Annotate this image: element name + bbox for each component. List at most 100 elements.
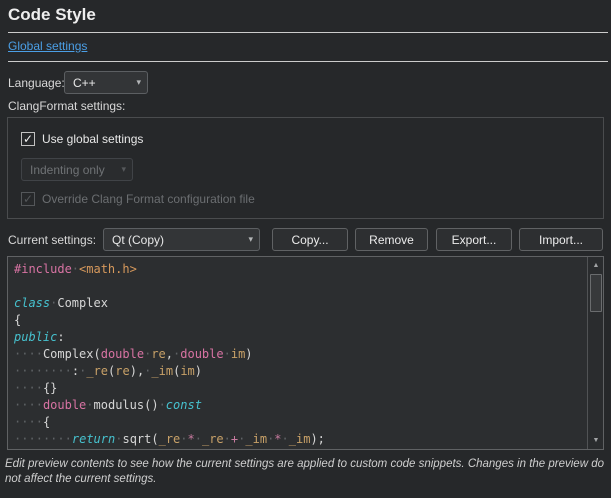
whitespace-dot: · <box>36 432 43 446</box>
whitespace-dot: · <box>28 398 35 412</box>
code-token: #include <box>14 262 72 276</box>
clangformat-groupbox: ✓ Use global settings Indenting only ▾ ✓… <box>7 117 604 219</box>
chevron-down-icon: ▾ <box>136 78 141 87</box>
use-global-settings-checkbox[interactable]: ✓ <box>21 132 35 146</box>
current-settings-label: Current settings: <box>8 233 96 247</box>
whitespace-dot: · <box>86 398 93 412</box>
code-token: * <box>274 432 281 446</box>
whitespace-dot: · <box>36 415 43 429</box>
code-line: class·Complex <box>14 295 585 312</box>
editor-vertical-scrollbar[interactable]: ▲ ▼ <box>587 257 603 449</box>
code-token: _re <box>202 432 224 446</box>
whitespace-dot: · <box>36 347 43 361</box>
whitespace-dot: · <box>28 364 35 378</box>
code-line: ····{ <box>14 414 585 431</box>
scrollbar-thumb[interactable] <box>590 274 602 312</box>
code-style-settings-page: Code Style Global settings Language: C++… <box>0 0 611 498</box>
code-line: ········:·_re(re),·_im(im) <box>14 363 585 380</box>
code-token: re <box>115 364 129 378</box>
whitespace-dot: · <box>65 432 72 446</box>
whitespace-dot: · <box>28 432 35 446</box>
override-config-checkbox-row: ✓ Override Clang Format configuration fi… <box>21 192 255 206</box>
checkmark-icon: ✓ <box>23 193 33 205</box>
code-line: #include·<math.h> <box>14 261 585 278</box>
remove-button[interactable]: Remove <box>355 228 428 251</box>
chevron-down-icon: ▾ <box>121 165 126 174</box>
link-separator <box>8 61 608 62</box>
chevron-down-icon: ▾ <box>248 235 253 244</box>
whitespace-dot: · <box>224 347 231 361</box>
code-line: public: <box>14 329 585 346</box>
whitespace-dot: · <box>57 364 64 378</box>
whitespace-dot: · <box>65 364 72 378</box>
code-token: Complex( <box>43 347 101 361</box>
override-config-checkbox: ✓ <box>21 192 35 206</box>
code-line: { <box>14 312 585 329</box>
code-token: modulus() <box>94 398 159 412</box>
whitespace-dot: · <box>28 415 35 429</box>
page-title: Code Style <box>8 5 96 25</box>
code-token: double <box>180 347 223 361</box>
code-token: Complex <box>57 296 108 310</box>
code-token: _im <box>151 364 173 378</box>
code-line <box>14 278 585 295</box>
whitespace-dot: · <box>180 432 187 446</box>
global-settings-link[interactable]: Global settings <box>8 39 87 53</box>
code-token: ) <box>245 347 252 361</box>
code-token: _im <box>245 432 267 446</box>
whitespace-dot: · <box>28 347 35 361</box>
code-line: ····double·modulus()·const <box>14 397 585 414</box>
code-token: re <box>151 347 165 361</box>
whitespace-dot: · <box>28 381 35 395</box>
clangformat-mode-select: Indenting only ▾ <box>21 158 133 181</box>
override-config-label: Override Clang Format configuration file <box>42 192 255 206</box>
whitespace-dot: · <box>57 432 64 446</box>
code-token: double <box>101 347 144 361</box>
code-token: ), <box>130 364 144 378</box>
code-preview-editor[interactable]: #include·<math.h> class·Complex{public:·… <box>7 256 604 450</box>
code-token: {} <box>43 381 57 395</box>
code-line: ····Complex(double·re,·double·im) <box>14 346 585 363</box>
title-separator <box>8 32 608 33</box>
code-token: public <box>14 330 57 344</box>
import-button[interactable]: Import... <box>519 228 603 251</box>
whitespace-dot: · <box>36 381 43 395</box>
whitespace-dot: · <box>72 262 79 276</box>
code-token: im <box>231 347 245 361</box>
use-global-settings-checkbox-row[interactable]: ✓ Use global settings <box>21 132 143 146</box>
copy-button[interactable]: Copy... <box>272 228 348 251</box>
use-global-settings-label: Use global settings <box>42 132 143 146</box>
code-token: const <box>166 398 202 412</box>
code-token: sqrt( <box>122 432 158 446</box>
code-token: ) <box>195 364 202 378</box>
scroll-down-icon[interactable]: ▼ <box>589 433 603 448</box>
whitespace-dot: · <box>159 398 166 412</box>
whitespace-dot: · <box>282 432 289 446</box>
code-token: return <box>72 432 115 446</box>
checkmark-icon: ✓ <box>23 133 33 145</box>
clangformat-mode-value: Indenting only <box>30 163 105 177</box>
code-token: _im <box>289 432 311 446</box>
code-token: class <box>14 296 50 310</box>
code-token: { <box>14 313 21 327</box>
current-settings-select[interactable]: Qt (Copy) ▾ <box>103 228 260 251</box>
code-token: : <box>57 330 64 344</box>
code-token: <math.h> <box>79 262 137 276</box>
scroll-up-icon[interactable]: ▲ <box>589 258 603 273</box>
code-token: * <box>188 432 195 446</box>
code-token: _re <box>86 364 108 378</box>
clangformat-group-label: ClangFormat settings: <box>8 99 125 113</box>
export-button[interactable]: Export... <box>436 228 512 251</box>
footnote-text: Edit preview contents to see how the cur… <box>5 457 605 487</box>
code-token: _re <box>159 432 181 446</box>
code-token: double <box>43 398 86 412</box>
whitespace-dot: · <box>224 432 231 446</box>
code-token: ); <box>310 432 324 446</box>
code-line: ····{} <box>14 380 585 397</box>
code-area[interactable]: #include·<math.h> class·Complex{public:·… <box>14 261 585 449</box>
code-line: ········return·sqrt(_re·*·_re·+·_im·*·_i… <box>14 431 585 448</box>
language-select[interactable]: C++ ▾ <box>64 71 148 94</box>
code-token: im <box>180 364 194 378</box>
current-settings-value: Qt (Copy) <box>112 233 164 247</box>
whitespace-dot: · <box>195 432 202 446</box>
